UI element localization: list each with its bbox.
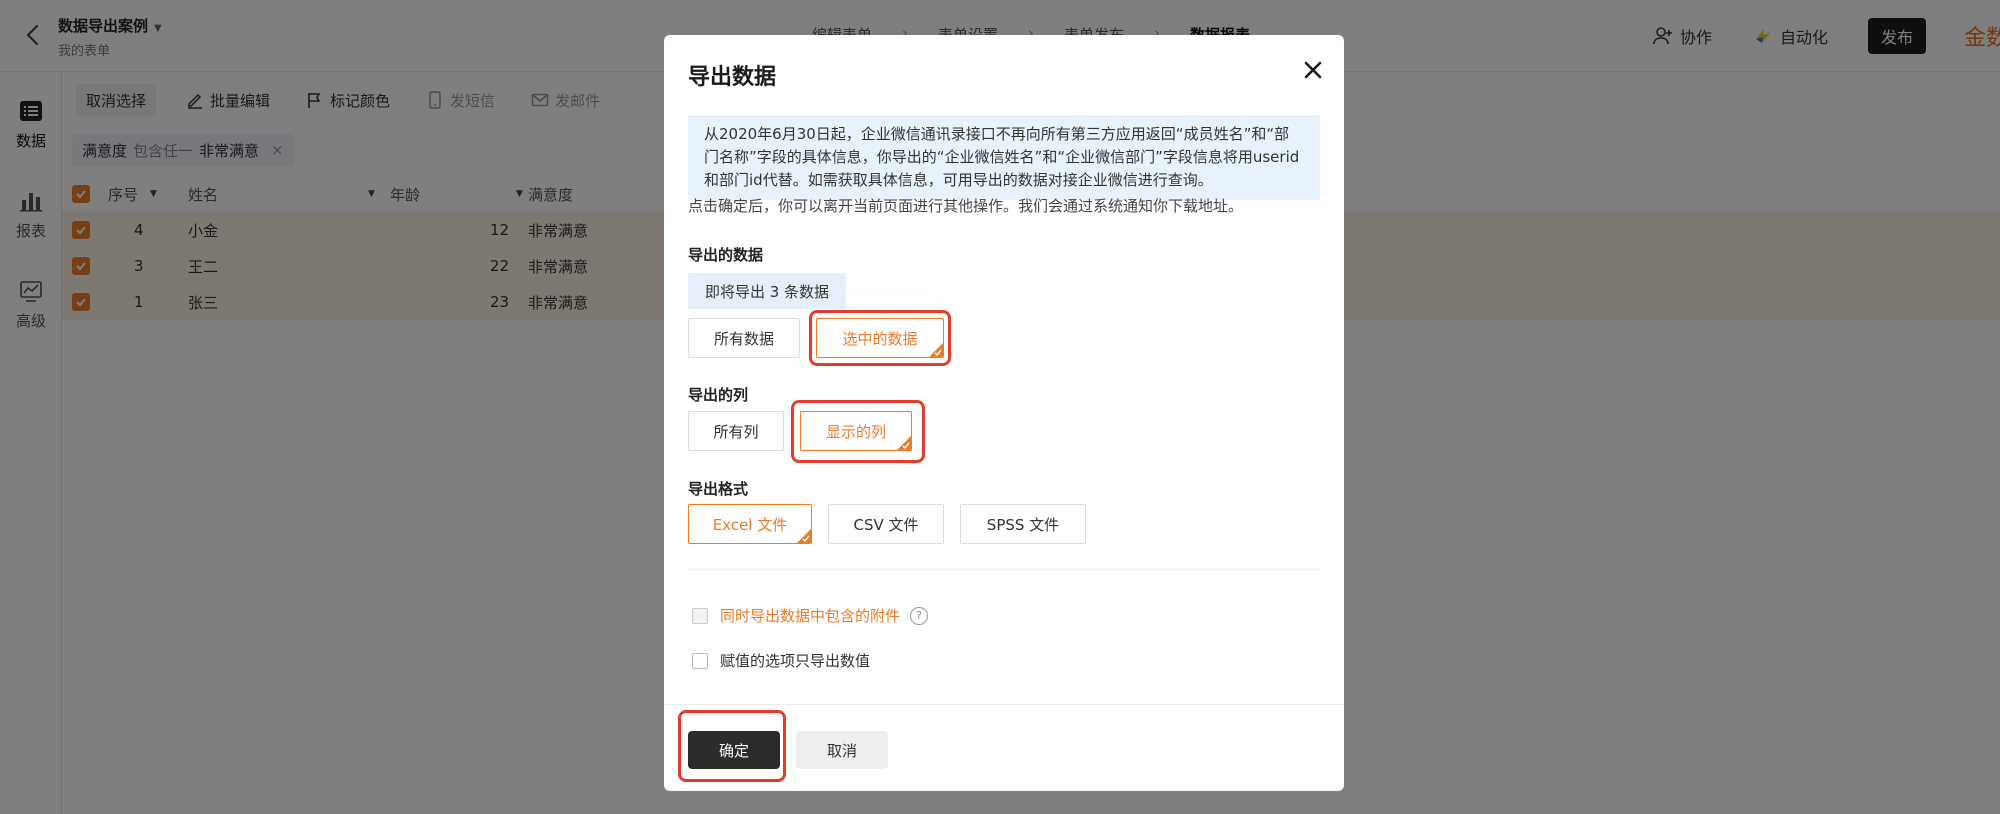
dialog-title: 导出数据 [688,65,777,90]
export-hint-text: 点击确定后，你可以离开当前页面进行其他操作。我们会通过系统通知你下载地址。 [688,197,1244,215]
value-only-checkbox[interactable] [692,652,708,669]
help-icon[interactable]: ? [910,606,929,625]
value-only-row: 赋值的选项只导出数值 [692,650,870,671]
highlight-box [678,710,786,782]
dialog-footer-divider [664,704,1344,705]
include-attachments-row: 同时导出数据中包含的附件 ? [692,605,929,626]
export-format-label: 导出格式 [688,480,749,498]
include-attachments-label: 同时导出数据中包含的附件 [720,607,901,625]
option-all-data[interactable]: 所有数据 [688,318,800,358]
highlight-box [791,400,925,463]
option-all-columns[interactable]: 所有列 [688,411,784,451]
notice-banner: 从2020年6月30日起，企业微信通讯录接口不再向所有第三方应用返回“成员姓名”… [688,115,1320,200]
option-csv[interactable]: CSV 文件 [828,504,944,544]
check-icon [902,442,910,450]
close-icon[interactable] [1300,57,1326,83]
check-icon [934,349,942,357]
cancel-button[interactable]: 取消 [796,731,888,769]
check-icon [802,535,810,543]
export-columns-label: 导出的列 [688,386,749,404]
export-data-label: 导出的数据 [688,246,764,264]
value-only-label: 赋值的选项只导出数值 [720,652,871,670]
option-excel[interactable]: Excel 文件 [688,504,812,544]
highlight-box [809,310,951,366]
include-attachments-checkbox[interactable] [692,607,708,624]
export-dialog: 导出数据 从2020年6月30日起，企业微信通讯录接口不再向所有第三方应用返回“… [664,35,1344,791]
option-spss[interactable]: SPSS 文件 [960,504,1086,544]
divider [688,569,1320,570]
export-count-tag: 即将导出 3 条数据 [688,273,846,309]
